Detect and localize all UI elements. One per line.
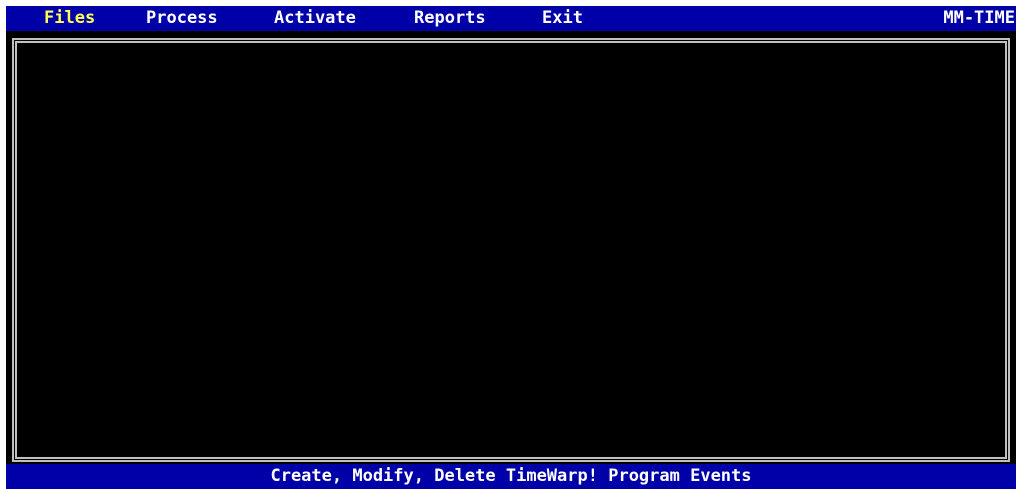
menu-item-process[interactable]: Process — [142, 6, 222, 31]
status-message: Create, Modify, Delete TimeWarp! Program… — [270, 466, 752, 486]
menu-item-activate[interactable]: Activate — [270, 6, 360, 31]
menu-item-exit[interactable]: Exit — [538, 6, 587, 31]
menu-item-files[interactable]: Files — [40, 6, 99, 31]
menu-bar: Files Process Activate Reports Exit MM-T… — [6, 6, 1016, 31]
dos-screen: Files Process Activate Reports Exit MM-T… — [6, 6, 1016, 489]
menu-item-reports[interactable]: Reports — [410, 6, 490, 31]
app-name: MM-TIME — [943, 8, 1015, 28]
main-workspace — [12, 38, 1010, 462]
status-bar: Create, Modify, Delete TimeWarp! Program… — [6, 464, 1016, 489]
